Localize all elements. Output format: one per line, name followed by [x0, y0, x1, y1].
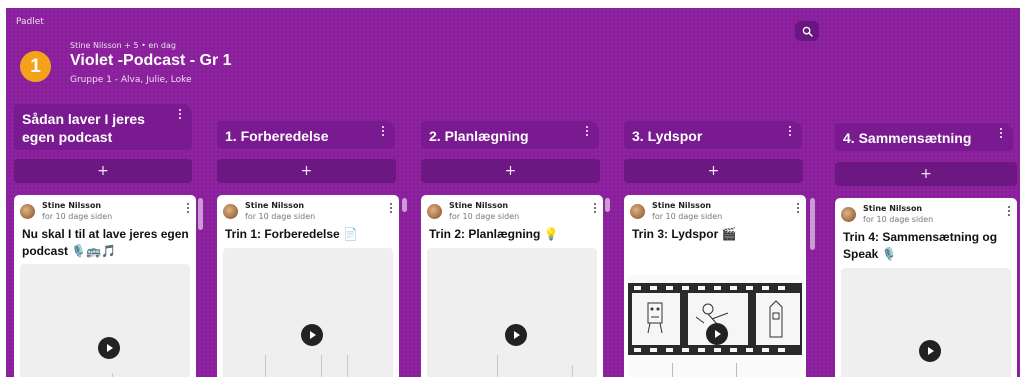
post-card[interactable]: Stine Nilsson for 10 dage siden Nu skal … — [14, 195, 196, 377]
more-vertical-icon[interactable] — [796, 203, 800, 215]
section-header-3[interactable]: 3. Lydspor — [624, 121, 802, 149]
board-byline: Stine Nilsson + 5 • en dag — [70, 41, 176, 50]
post-time: for 10 dage siden — [449, 212, 520, 221]
more-vertical-icon[interactable] — [785, 126, 795, 138]
audio-player[interactable] — [427, 248, 597, 377]
post-card[interactable]: Stine Nilsson for 10 dage siden Trin 1: … — [217, 195, 399, 377]
avatar — [223, 204, 238, 219]
section-title: Sådan laver I jeres egen podcast — [22, 111, 145, 145]
search-button[interactable] — [795, 21, 819, 41]
waveform-bar — [497, 355, 498, 377]
drawing-image — [647, 302, 663, 334]
play-icon[interactable] — [301, 324, 323, 346]
audio-player[interactable] — [841, 268, 1011, 377]
waveform-bar — [572, 365, 573, 377]
post-title: Nu skal I til at lave jeres egen podcast… — [22, 227, 189, 258]
play-icon[interactable] — [98, 337, 120, 359]
play-icon[interactable] — [919, 340, 941, 362]
add-post-button[interactable]: + — [14, 159, 192, 183]
padlet-board: Padlet 1 Stine Nilsson + 5 • en dag Viol… — [6, 8, 1020, 377]
board-title: Violet -Podcast - Gr 1 — [70, 52, 232, 69]
add-post-button[interactable]: + — [835, 162, 1017, 186]
section-title: 1. Forberedelse — [225, 128, 329, 144]
waveform-bar — [321, 355, 322, 377]
post-title: Trin 1: Forberedelse 📄 — [225, 227, 358, 241]
section-header-0[interactable]: Sådan laver I jeres egen podcast — [14, 104, 192, 150]
post-time: for 10 dage siden — [863, 215, 934, 224]
waveform-bar — [672, 363, 673, 377]
add-post-button[interactable]: + — [217, 159, 396, 183]
post-author: Stine Nilsson — [449, 201, 509, 210]
video-thumbnail[interactable] — [628, 275, 802, 377]
post-author: Stine Nilsson — [863, 204, 923, 213]
post-card[interactable]: Stine Nilsson for 10 dage siden Trin 3: … — [624, 195, 806, 377]
section-header-4[interactable]: 4. Sammensætning — [835, 123, 1013, 151]
section-title: 2. Planlægning — [429, 128, 529, 144]
avatar — [427, 204, 442, 219]
section-header-2[interactable]: 2. Planlægning — [421, 121, 599, 149]
add-post-button[interactable]: + — [421, 159, 600, 183]
section-header-1[interactable]: 1. Forberedelse — [217, 121, 395, 149]
post-time: for 10 dage siden — [245, 212, 316, 221]
more-vertical-icon[interactable] — [582, 126, 592, 138]
audio-player[interactable] — [223, 248, 393, 377]
post-time: for 10 dage siden — [652, 212, 723, 221]
audio-player[interactable] — [20, 264, 190, 377]
post-author: Stine Nilsson — [42, 201, 102, 210]
search-icon — [802, 26, 813, 37]
waveform-bar — [736, 363, 737, 377]
board-badge: 1 — [20, 51, 51, 82]
scrollbar[interactable] — [810, 198, 815, 250]
post-card[interactable]: Stine Nilsson for 10 dage siden Trin 4: … — [835, 198, 1017, 377]
post-card[interactable]: Stine Nilsson for 10 dage siden Trin 2: … — [421, 195, 603, 377]
play-icon[interactable] — [706, 323, 728, 345]
more-vertical-icon[interactable] — [389, 203, 393, 215]
avatar — [630, 204, 645, 219]
add-post-button[interactable]: + — [624, 159, 803, 183]
drawing-image — [769, 300, 783, 338]
more-vertical-icon[interactable] — [175, 109, 185, 121]
scrollbar[interactable] — [402, 198, 407, 212]
board-subtitle: Gruppe 1 - Alva, Julie, Loke — [70, 75, 192, 85]
post-title: Trin 3: Lydspor 🎬 — [632, 227, 737, 241]
play-icon[interactable] — [505, 324, 527, 346]
section-title: 3. Lydspor — [632, 128, 703, 144]
post-author: Stine Nilsson — [652, 201, 712, 210]
waveform-bar — [112, 373, 113, 377]
avatar — [841, 207, 856, 222]
post-author: Stine Nilsson — [245, 201, 305, 210]
post-time: for 10 dage siden — [42, 212, 113, 221]
more-vertical-icon[interactable] — [593, 203, 597, 215]
post-title: Trin 4: Sammensætning og Speak 🎙️ — [843, 230, 998, 261]
more-vertical-icon[interactable] — [186, 203, 190, 215]
brand-logo[interactable]: Padlet — [16, 17, 44, 27]
section-title: 4. Sammensætning — [843, 130, 972, 146]
scrollbar[interactable] — [198, 198, 203, 230]
waveform-bar — [265, 355, 266, 377]
more-vertical-icon[interactable] — [1007, 206, 1011, 218]
scrollbar[interactable] — [605, 198, 610, 212]
avatar — [20, 204, 35, 219]
more-vertical-icon[interactable] — [378, 126, 388, 138]
more-vertical-icon[interactable] — [996, 128, 1006, 140]
waveform-bar — [347, 355, 348, 377]
post-title: Trin 2: Planlægning 💡 — [429, 227, 559, 241]
